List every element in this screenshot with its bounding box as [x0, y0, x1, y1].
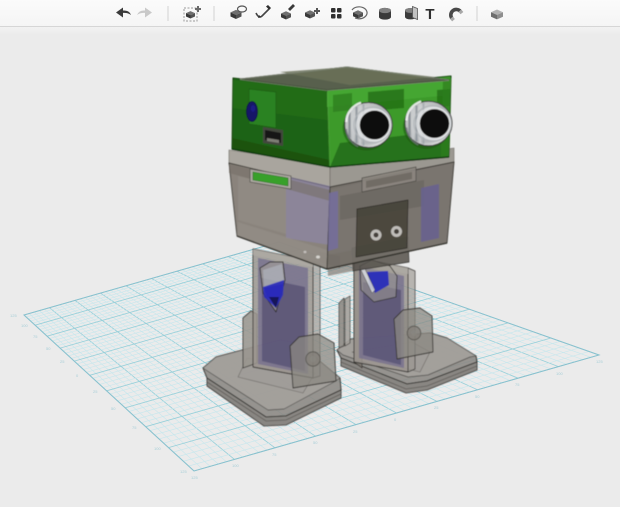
svg-text:0: 0: [76, 373, 79, 378]
svg-text:50: 50: [111, 406, 116, 411]
svg-text:125: 125: [596, 359, 603, 364]
svg-text:25: 25: [60, 359, 65, 364]
svg-text:25: 25: [353, 429, 358, 434]
svg-text:0: 0: [394, 417, 397, 422]
svg-text:50: 50: [313, 440, 318, 445]
svg-text:50: 50: [475, 394, 480, 399]
svg-text:125: 125: [180, 469, 187, 474]
svg-text:125: 125: [10, 313, 17, 318]
svg-text:125: 125: [191, 475, 198, 480]
svg-text:T: T: [425, 6, 434, 23]
svg-text:25: 25: [434, 405, 439, 410]
svg-text:100: 100: [556, 371, 563, 376]
svg-text:75: 75: [272, 452, 277, 457]
svg-text:50: 50: [46, 346, 51, 351]
svg-text:75: 75: [33, 334, 38, 339]
svg-text:75: 75: [515, 382, 520, 387]
svg-text:100: 100: [154, 446, 161, 451]
svg-text:25: 25: [93, 389, 98, 394]
svg-text:75: 75: [132, 425, 137, 430]
svg-text:100: 100: [232, 463, 239, 468]
svg-text:100: 100: [21, 323, 28, 328]
